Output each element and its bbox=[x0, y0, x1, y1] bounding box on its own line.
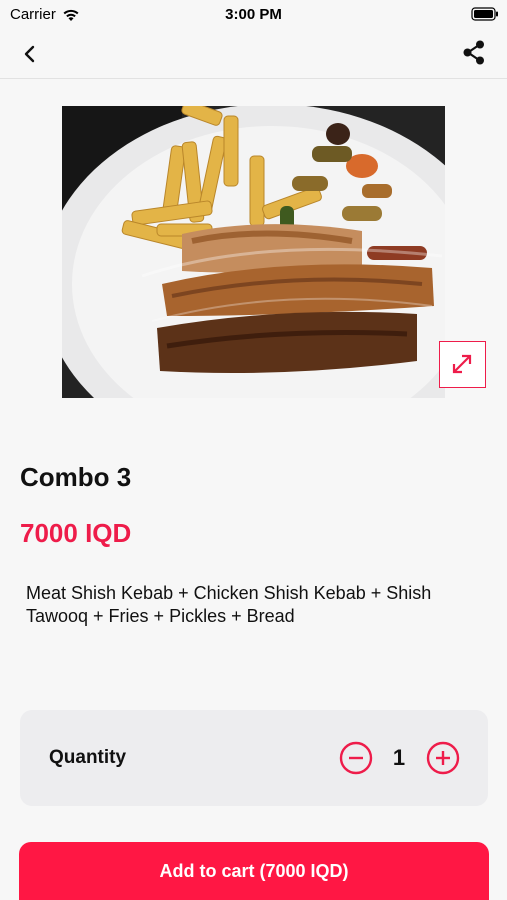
add-to-cart-button[interactable]: Add to cart (7000 IQD) bbox=[19, 842, 489, 900]
share-icon bbox=[463, 40, 484, 65]
battery-icon bbox=[471, 7, 498, 21]
quantity-value: 1 bbox=[392, 745, 406, 770]
expand-icon bbox=[452, 354, 472, 374]
product-title: Combo 3 bbox=[20, 462, 132, 492]
product-price: 7000 IQD bbox=[20, 518, 132, 548]
back-button[interactable] bbox=[14, 40, 44, 68]
quantity-card: Quantity 1 bbox=[20, 710, 488, 806]
minus-circle-icon bbox=[339, 741, 373, 775]
add-to-cart-label: Add to cart (7000 IQD) bbox=[159, 860, 349, 881]
expand-image-button[interactable] bbox=[439, 341, 486, 388]
plus-circle-icon bbox=[426, 741, 460, 775]
chevron-left-icon bbox=[24, 45, 35, 63]
increase-quantity-button[interactable] bbox=[426, 741, 460, 775]
product-image bbox=[62, 106, 445, 398]
quantity-label: Quantity bbox=[49, 747, 127, 768]
product-description: Meat Shish Kebab + Chicken Shish Kebab +… bbox=[26, 583, 432, 626]
decrease-quantity-button[interactable] bbox=[339, 741, 373, 775]
status-time: 3:00 PM bbox=[225, 6, 282, 23]
share-button[interactable] bbox=[459, 38, 489, 68]
status-bar: Carrier 3:00 PM bbox=[0, 0, 507, 28]
navigation-bar bbox=[0, 28, 507, 79]
food-plate-photo bbox=[62, 106, 445, 398]
